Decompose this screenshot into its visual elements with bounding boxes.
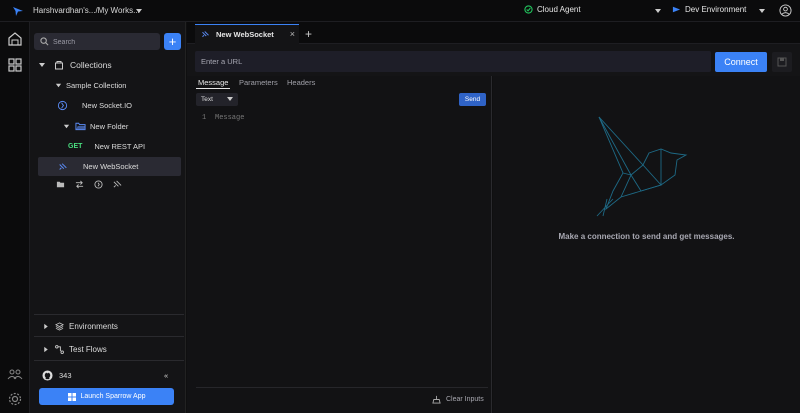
agent-selector[interactable]: Cloud Agent — [524, 5, 581, 14]
tab-label: New WebSocket — [216, 30, 274, 39]
socketio-name: New Socket.IO — [82, 100, 133, 110]
tree-item-websocket[interactable]: New WebSocket — [38, 157, 181, 176]
chevron-right-icon — [44, 346, 48, 352]
search-input[interactable] — [53, 37, 153, 47]
sparrow-illustration-icon — [596, 116, 688, 217]
tree-item-socketio[interactable]: New Socket.IO — [57, 96, 132, 114]
chevron-right-icon — [44, 323, 48, 329]
environment-label: Dev Environment — [685, 5, 747, 14]
collection-icon — [55, 61, 63, 70]
environment-icon — [672, 6, 681, 13]
environments-section[interactable]: Environments — [43, 317, 118, 335]
divider — [34, 336, 184, 337]
add-tab-button[interactable]: + — [305, 27, 312, 41]
clear-inputs-button[interactable]: Clear Inputs — [432, 395, 484, 404]
chevron-down-icon — [226, 96, 234, 104]
github-stars: 343 — [59, 370, 72, 380]
empty-state-message: Make a connection to send and get messag… — [558, 232, 735, 241]
icon-rail — [0, 22, 30, 413]
clear-label: Clear Inputs — [446, 396, 484, 403]
home-icon[interactable] — [7, 31, 23, 47]
collapse-sidebar-button[interactable]: « — [164, 366, 168, 384]
folder-name: New Folder — [90, 121, 129, 131]
settings-gear-icon[interactable] — [7, 391, 23, 407]
sparrow-logo-icon[interactable] — [12, 5, 24, 17]
environments-icon — [55, 321, 64, 331]
collection-tools — [56, 180, 122, 189]
collections-icon[interactable] — [7, 57, 23, 73]
divider — [196, 387, 488, 388]
workspace-chevron-down-icon[interactable] — [134, 6, 144, 16]
save-icon — [777, 57, 787, 67]
connect-button[interactable]: Connect — [715, 52, 767, 72]
add-folder-icon[interactable] — [56, 180, 65, 189]
check-circle-icon — [524, 5, 533, 14]
environments-label: Environments — [69, 321, 118, 331]
chevron-down-icon — [55, 83, 62, 87]
tab-new-websocket[interactable]: New WebSocket × — [195, 24, 299, 44]
response-pane — [493, 76, 800, 413]
divider — [34, 314, 184, 315]
team-icon[interactable] — [7, 366, 23, 382]
socketio-add-icon[interactable] — [94, 180, 103, 189]
add-collection-button[interactable]: + — [164, 33, 181, 50]
environment-chevron-down-icon[interactable] — [757, 6, 767, 16]
collapse-icon: « — [164, 370, 169, 380]
import-icon[interactable] — [75, 180, 84, 189]
test-flows-label: Test Flows — [69, 344, 107, 354]
websocket-icon — [59, 162, 67, 170]
subtab-parameters[interactable]: Parameters — [239, 78, 278, 87]
websocket-name: New WebSocket — [83, 162, 139, 171]
collections-label: Collections — [70, 60, 112, 70]
broom-icon — [432, 395, 441, 404]
chevron-down-icon — [39, 63, 45, 67]
tree-item-sample-collection[interactable]: Sample Collection — [55, 76, 126, 94]
message-format-select[interactable]: Text — [196, 93, 238, 106]
collection-name: Sample Collection — [66, 80, 127, 90]
url-input[interactable] — [195, 51, 711, 72]
chevron-down-icon — [63, 124, 70, 128]
message-pane — [187, 76, 492, 413]
tree-item-rest-api[interactable]: GET New REST API — [68, 137, 145, 155]
line-number: 1 — [202, 114, 207, 122]
format-value: Text — [201, 96, 213, 103]
websocket-icon — [202, 31, 209, 38]
close-tab-icon[interactable]: × — [290, 29, 295, 39]
launch-label: Launch Sparrow App — [80, 393, 146, 400]
subtab-headers[interactable]: Headers — [287, 78, 315, 87]
search-icon — [40, 37, 49, 46]
folder-open-icon — [75, 122, 86, 131]
websocket-add-icon[interactable] — [113, 180, 122, 189]
workspace-name[interactable]: Harshvardhan's.../My Works... — [33, 6, 140, 15]
launch-app-button[interactable]: Launch Sparrow App — [39, 388, 174, 405]
send-button[interactable]: Send — [459, 93, 486, 106]
windows-icon — [67, 392, 76, 401]
github-icon — [42, 369, 53, 381]
method-badge: GET — [68, 142, 83, 150]
test-flows-section[interactable]: Test Flows — [43, 340, 107, 358]
agent-label: Cloud Agent — [537, 5, 581, 14]
active-subtab-indicator — [196, 88, 230, 89]
rest-api-name: New REST API — [94, 141, 146, 151]
save-button[interactable] — [772, 52, 792, 72]
github-link[interactable]: 343 — [42, 366, 72, 384]
divider — [34, 360, 184, 361]
message-editor[interactable]: Message — [215, 114, 244, 122]
collections-header[interactable]: Collections — [38, 56, 112, 74]
socketio-icon — [57, 100, 68, 110]
agent-chevron-down-icon[interactable] — [653, 6, 663, 16]
environment-selector[interactable]: Dev Environment — [672, 5, 746, 14]
test-flows-icon — [55, 344, 64, 354]
tree-item-folder[interactable]: New Folder — [63, 117, 128, 135]
subtab-message[interactable]: Message — [198, 78, 228, 87]
user-icon[interactable] — [779, 4, 792, 17]
